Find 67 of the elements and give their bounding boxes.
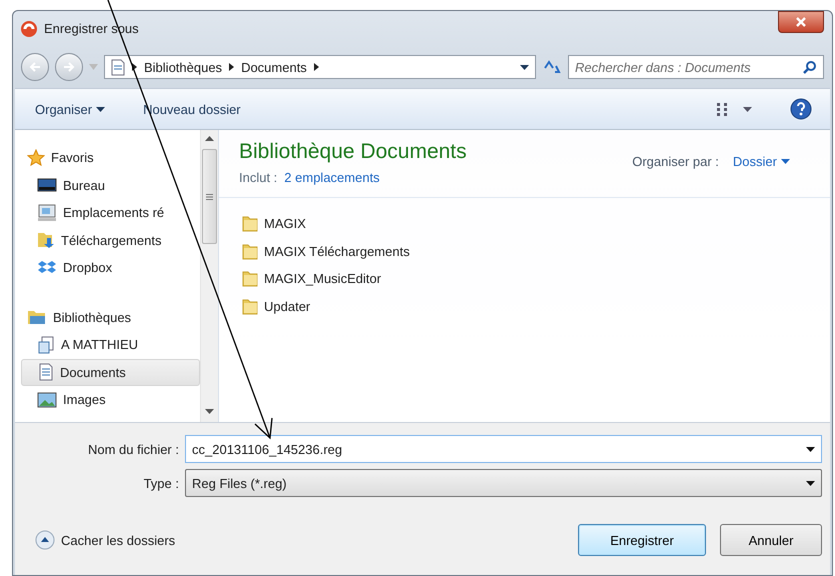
save-button[interactable]: Enregistrer: [578, 524, 706, 556]
dropdown-arrow-icon[interactable]: [520, 64, 529, 70]
filename-field[interactable]: cc_20131106_145236.reg: [185, 435, 822, 463]
chevron-icon[interactable]: [229, 63, 234, 71]
scroll-down-icon[interactable]: [205, 409, 214, 414]
collapse-icon[interactable]: [35, 530, 55, 550]
back-arrow-icon: [29, 62, 41, 72]
folder-item[interactable]: Updater: [264, 298, 310, 314]
scrollbar[interactable]: [200, 130, 219, 422]
scroll-up-icon[interactable]: [205, 136, 214, 141]
images-icon: [37, 392, 57, 408]
folder-icon: [241, 298, 259, 315]
library-icon: [37, 336, 55, 354]
desktop-icon: [37, 177, 57, 194]
back-button[interactable]: [21, 53, 49, 81]
arrange-by-label: Organiser par :: [632, 154, 719, 169]
dropdown-arrow-icon[interactable]: [806, 446, 815, 452]
cancel-button[interactable]: Annuler: [720, 524, 822, 556]
dropdown-arrow-icon[interactable]: [806, 480, 815, 486]
sidebar-item[interactable]: Emplacements ré: [21, 199, 200, 226]
filename-label: Nom du fichier :: [86, 442, 180, 456]
file-type-dropdown[interactable]: Reg Files (*.reg): [185, 469, 822, 497]
chevron-icon[interactable]: [314, 63, 319, 71]
sidebar-item[interactable]: Bibliothèques: [21, 304, 200, 331]
library-title: Bibliothèque Documents: [239, 140, 468, 164]
folder-item[interactable]: MAGIX_MusicEditor: [264, 271, 382, 286]
folder-icon: [241, 215, 259, 232]
refresh-icon[interactable]: [542, 58, 562, 76]
recent-places-icon: [37, 204, 57, 222]
sidebar-item[interactable]: Images: [21, 386, 200, 414]
folder-item[interactable]: MAGIX Téléchargements: [264, 244, 410, 259]
document-icon: [38, 363, 54, 382]
arrange-by-dropdown[interactable]: Dossier: [732, 154, 790, 169]
folder-icon: [241, 242, 259, 260]
libraries-icon: [27, 308, 47, 326]
help-icon[interactable]: [790, 98, 812, 120]
folder-icon: [241, 270, 259, 288]
document-icon: [111, 58, 125, 76]
folder-item[interactable]: MAGIX: [264, 216, 306, 232]
address-bar[interactable]: Bibliothèques Documents: [104, 55, 536, 79]
sidebar-item[interactable]: Téléchargements: [21, 226, 200, 254]
app-logo-icon: [19, 18, 39, 38]
sidebar-item[interactable]: Documents: [21, 358, 200, 386]
search-icon[interactable]: [803, 60, 817, 74]
caret-icon: [781, 159, 790, 164]
view-options-icon[interactable]: [716, 102, 752, 116]
close-icon: [795, 16, 807, 26]
sidebar-item[interactable]: A MATTHIEU: [21, 331, 200, 358]
forward-arrow-icon: [63, 62, 75, 72]
download-folder-icon: [37, 231, 55, 250]
forward-button[interactable]: [55, 53, 83, 81]
breadcrumb-item[interactable]: Documents: [241, 60, 307, 74]
sidebar-item[interactable]: Favoris: [21, 144, 200, 172]
close-button[interactable]: [778, 10, 824, 32]
search-field[interactable]: Rechercher dans : Documents: [568, 55, 824, 79]
hide-folders-link[interactable]: Cacher les dossiers: [61, 532, 176, 548]
star-icon: [27, 148, 45, 167]
sidebar-item[interactable]: Bureau: [21, 172, 200, 199]
chevron-icon[interactable]: [132, 63, 137, 71]
sidebar-item[interactable]: Dropbox: [21, 254, 200, 282]
includes-label: Inclut :: [239, 170, 278, 185]
grip-icon: [206, 194, 213, 200]
caret-icon: [96, 106, 106, 112]
organize-menu[interactable]: Organiser: [35, 102, 106, 116]
breadcrumb-item[interactable]: Bibliothèques: [144, 60, 222, 74]
type-label: Type :: [142, 476, 180, 490]
locations-link[interactable]: 2 emplacements: [284, 170, 380, 185]
